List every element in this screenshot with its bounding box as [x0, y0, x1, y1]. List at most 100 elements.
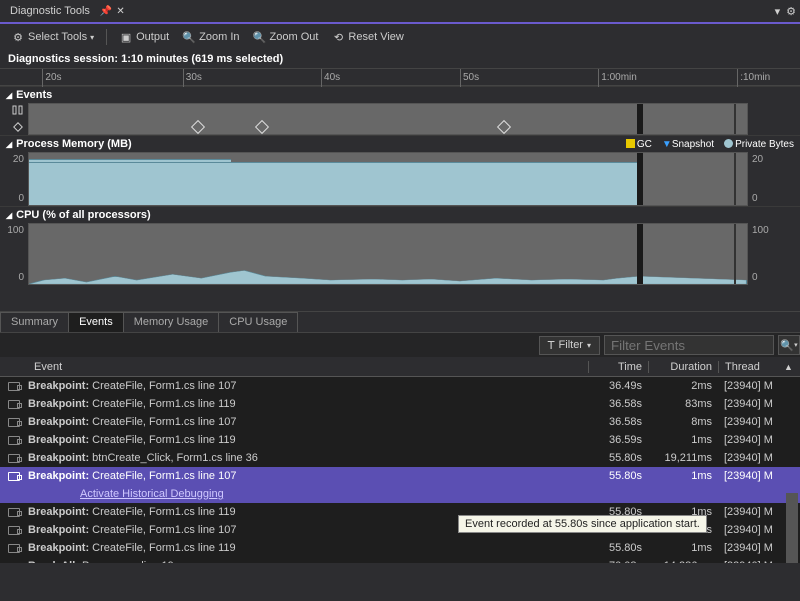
table-row[interactable]: Breakpoint: CreateFile, Form1.cs line 10… [0, 377, 800, 395]
end-marker [734, 104, 736, 134]
select-tools-button[interactable]: ⚙ Select Tools ▾ [6, 28, 99, 46]
event-time: 36.58s [588, 416, 648, 428]
table-row[interactable]: Breakpoint: CreateFile, Form1.cs line 11… [0, 431, 800, 449]
cpu-section-header[interactable]: ◢ CPU (% of all processors) [0, 206, 800, 223]
event-duration: 1ms [648, 542, 718, 554]
events-section-header[interactable]: ◢ Events [0, 86, 800, 103]
event-text: Break All: Program.cs line 19 [28, 560, 588, 563]
table-row[interactable]: Breakpoint: CreateFile, Form1.cs line 10… [0, 413, 800, 431]
event-time: 36.49s [588, 380, 648, 392]
snapshot-icon [8, 544, 20, 553]
activate-historical-debugging-link[interactable]: Activate Historical Debugging [28, 488, 224, 500]
events-section-title: Events [16, 89, 52, 101]
selection-marker[interactable] [637, 153, 643, 205]
memory-section-header[interactable]: ◢ Process Memory (MB) GC ▼Snapshot Priva… [0, 135, 800, 152]
tabs: Summary Events Memory Usage CPU Usage [0, 311, 800, 333]
cpu-axis-min-r: 0 [752, 272, 758, 283]
mem-axis-max: 20 [13, 154, 24, 165]
private-bytes-label: Private Bytes [735, 139, 794, 150]
event-duration: 1ms [648, 434, 718, 446]
snapshot-icon [8, 418, 20, 427]
table-row[interactable]: Breakpoint: CreateFile, Form1.cs line 11… [0, 395, 800, 413]
close-icon[interactable]: ✕ [116, 6, 124, 17]
zoom-out-icon: 🔍 [253, 30, 267, 44]
col-time[interactable]: Time [588, 361, 648, 373]
zoom-in-button[interactable]: 🔍 Zoom In [177, 28, 244, 46]
snapshot-icon [8, 382, 20, 391]
gc-swatch [626, 139, 635, 148]
mem-axis-max-r: 20 [752, 154, 763, 165]
search-icon: 🔍 [780, 339, 794, 352]
filter-row: 𝖳 Filter ▾ 🔍▾ [0, 333, 800, 357]
cpu-chart[interactable]: 100 0 100 0 [0, 223, 800, 285]
event-diamond[interactable] [191, 120, 205, 134]
selection-marker[interactable] [637, 224, 643, 284]
cpu-axis-max: 100 [7, 225, 24, 236]
output-button[interactable]: ▣ Output [114, 28, 174, 46]
pin-icon[interactable]: 📌 [100, 6, 112, 17]
separator [106, 29, 107, 45]
filter-button[interactable]: 𝖳 Filter ▾ [539, 336, 600, 355]
ruler-tick: 50s [460, 69, 479, 87]
snapshot-icon [8, 472, 20, 481]
ruler-tick: :10min [737, 69, 770, 87]
event-text: Breakpoint: CreateFile, Form1.cs line 11… [28, 434, 588, 446]
reset-view-button[interactable]: ⟲ Reset View [326, 28, 408, 46]
col-event[interactable]: Event [0, 361, 588, 373]
timeline-ruler[interactable]: 20s30s40s50s1:00min:10min [0, 68, 800, 86]
zoom-out-button[interactable]: 🔍 Zoom Out [248, 28, 324, 46]
window-title: Diagnostic Tools [4, 5, 96, 17]
col-duration[interactable]: Duration [648, 361, 718, 373]
event-diamond[interactable] [497, 120, 511, 134]
filter-icon: 𝖳 [548, 339, 555, 352]
tab-events[interactable]: Events [68, 312, 124, 332]
mem-axis-min-r: 0 [752, 193, 758, 204]
filter-events-input[interactable] [604, 335, 774, 355]
event-text: Breakpoint: CreateFile, Form1.cs line 10… [28, 380, 588, 392]
chevron-down-icon: ▾ [794, 341, 798, 349]
grid-body[interactable]: Breakpoint: CreateFile, Form1.cs line 10… [0, 377, 800, 563]
collapse-icon: ◢ [6, 140, 12, 149]
event-duration: 83ms [648, 398, 718, 410]
title-bar: Diagnostic Tools 📌 ✕ ▾ ⚙ [0, 0, 800, 24]
event-duration: 1ms [648, 470, 718, 482]
event-thread: [23940] M [718, 380, 784, 392]
event-diamond[interactable] [255, 120, 269, 134]
ruler-tick: 20s [42, 69, 61, 87]
select-tools-label: Select Tools [28, 31, 87, 43]
table-row[interactable]: Breakpoint: CreateFile, Form1.cs line 10… [0, 467, 800, 485]
gear-icon[interactable]: ⚙ [786, 5, 796, 18]
window-dropdown-icon[interactable]: ▾ [775, 5, 781, 18]
events-chart[interactable] [0, 103, 800, 135]
col-thread[interactable]: Thread [718, 361, 784, 373]
break-arrow-icon: ➔ [9, 559, 19, 563]
private-bytes-swatch [724, 139, 733, 148]
table-row[interactable]: Breakpoint: CreateFile, Form1.cs line 11… [0, 539, 800, 557]
cpu-axis-max-r: 100 [752, 225, 769, 236]
table-row[interactable]: Activate Historical Debugging [0, 485, 800, 503]
event-tooltip: Event recorded at 55.80s since applicati… [458, 515, 707, 533]
memory-legend: GC ▼Snapshot Private Bytes [626, 139, 794, 150]
snapshot-icon [8, 454, 20, 463]
pause-icon [12, 105, 24, 115]
event-time: 55.80s [588, 452, 648, 464]
tab-cpu-usage[interactable]: CPU Usage [218, 312, 298, 332]
scrollbar-thumb[interactable] [786, 493, 798, 563]
event-text: Breakpoint: CreateFile, Form1.cs line 11… [28, 398, 588, 410]
end-marker [734, 224, 736, 284]
scroll-up-icon[interactable]: ▲ [784, 362, 793, 372]
selection-marker[interactable] [637, 104, 643, 134]
event-thread: [23940] M [718, 470, 784, 482]
tab-memory-usage[interactable]: Memory Usage [123, 312, 220, 332]
gc-label: GC [637, 139, 652, 150]
table-row[interactable]: ➔Break All: Program.cs line 1970.08s14,2… [0, 557, 800, 563]
mem-axis-min: 0 [18, 193, 24, 204]
memory-chart[interactable]: 20 0 20 0 [0, 152, 800, 206]
table-row[interactable]: Breakpoint: btnCreate_Click, Form1.cs li… [0, 449, 800, 467]
cpu-axis-min: 0 [18, 272, 24, 283]
zoom-in-label: Zoom In [199, 31, 239, 43]
search-button[interactable]: 🔍▾ [778, 335, 800, 355]
tab-summary[interactable]: Summary [0, 312, 69, 332]
grid-header: Event Time Duration Thread ▲ [0, 357, 800, 377]
chevron-down-icon: ▾ [587, 341, 591, 350]
